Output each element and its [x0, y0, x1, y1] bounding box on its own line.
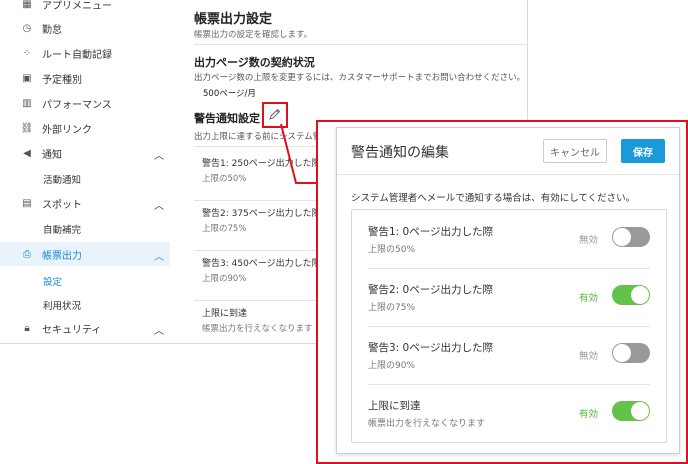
notification-toggle[interactable] — [612, 401, 650, 421]
dialog-instruction: システム管理者へメールで通知する場合は、有効にしてください。 — [351, 193, 636, 204]
notification-toggle[interactable] — [612, 343, 650, 363]
row-title: 警告3: 0ページ出力した際 — [368, 342, 494, 354]
toggle-state-label: 有効 — [578, 409, 598, 420]
toggle-state-label: 無効 — [578, 235, 598, 246]
notification-settings-panel: 警告1: 0ページ出力した際 上限の50% 無効 警告2: 0ページ出力した際 … — [351, 209, 667, 443]
row-title: 上限に到達 — [368, 400, 421, 412]
list-item: 警告2: 0ページ出力した際 上限の75% 有効 — [368, 268, 650, 327]
toggle-state-label: 無効 — [578, 351, 598, 362]
row-subtitle: 上限の50% — [368, 245, 416, 255]
cancel-button[interactable]: キャンセル — [543, 139, 607, 163]
row-title: 警告2: 0ページ出力した際 — [368, 284, 494, 296]
toggle-knob — [631, 402, 649, 420]
toggle-state-label: 有効 — [578, 293, 598, 304]
dialog-title: 警告通知の編集 — [351, 145, 449, 161]
toggle-knob — [631, 286, 649, 304]
divider — [337, 174, 679, 175]
list-item: 警告1: 0ページ出力した際 上限の50% 無効 — [368, 210, 650, 269]
list-item: 警告3: 0ページ出力した際 上限の90% 無効 — [368, 326, 650, 385]
row-subtitle: 帳票出力を行えなくなります — [368, 419, 486, 429]
toggle-knob — [613, 228, 631, 246]
notification-toggle[interactable] — [612, 285, 650, 305]
notification-toggle[interactable] — [612, 227, 650, 247]
save-button[interactable]: 保存 — [621, 139, 665, 163]
row-subtitle: 上限の75% — [368, 303, 416, 313]
row-title: 警告1: 0ページ出力した際 — [368, 226, 494, 238]
list-item: 上限に到達 帳票出力を行えなくなります 有効 — [368, 384, 650, 442]
edit-notification-dialog: 警告通知の編集 キャンセル 保存 システム管理者へメールで通知する場合は、有効に… — [336, 127, 680, 454]
row-subtitle: 上限の90% — [368, 361, 416, 371]
toggle-knob — [613, 344, 631, 362]
